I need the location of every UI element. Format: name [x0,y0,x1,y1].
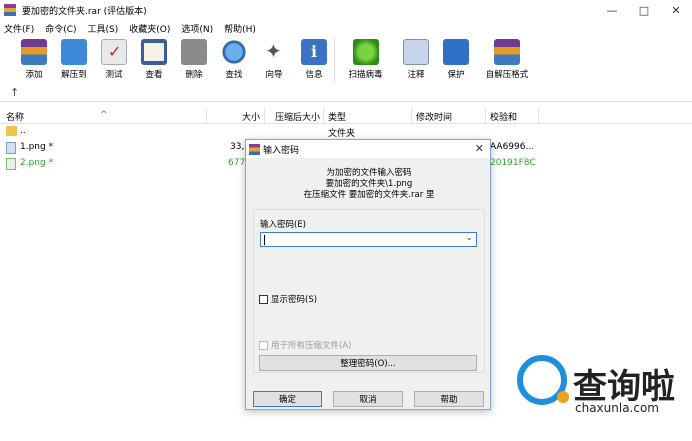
checkbox-box[interactable] [259,294,268,304]
close-icon[interactable]: ✕ [475,142,484,155]
dialog-message: 为加密的文件输入密码 要加密的文件夹\1.png 在压缩文件 要加密的文件夹.r… [246,168,492,201]
view-button[interactable]: 查看 [134,36,174,82]
test-button[interactable]: 测试 [94,36,134,82]
column-size[interactable]: 大小 [242,110,260,123]
column-checksum[interactable]: 校验和 [490,110,517,123]
use-for-all-checkbox[interactable]: 用于所有压缩文件(A) [259,339,351,351]
checkbox-box[interactable] [259,340,268,350]
delete-button[interactable]: 删除 [174,36,214,82]
watermark-logo-icon [517,355,569,405]
dialog-message-line: 在压缩文件 要加密的文件夹.rar 里 [303,190,435,200]
maximize-icon[interactable]: □ [628,0,660,20]
view-icon [141,39,167,65]
image-file-icon [6,142,16,154]
chevron-down-icon[interactable]: ⌄ [465,233,473,243]
menu-file[interactable]: 文件(F) [4,22,34,35]
protect-button[interactable]: 保护 [436,36,476,82]
toolbar: 添加 解压到 测试 查看 删除 查找 向导 信息 扫描病毒 注释 保护 自解压格… [0,36,692,82]
show-password-label: 显示密码(S) [271,295,318,305]
dialog-message-line: 为加密的文件输入密码 [326,168,412,178]
virus-scan-icon [352,39,379,65]
wizard-icon [261,39,287,65]
up-arrow-icon[interactable]: ↑ [10,86,19,99]
menu-tools[interactable]: 工具(S) [88,22,119,35]
close-icon[interactable]: ✕ [660,0,692,20]
file-list-header: ^ 名称 大小 压缩后大小 类型 修改时间 校验和 [0,108,692,124]
column-divider[interactable] [206,108,207,124]
file-name: 1.png * [20,142,54,152]
sfx-icon [494,39,520,65]
file-name: 2.png * [20,158,54,168]
column-modified[interactable]: 修改时间 [416,110,452,123]
password-group: 输入密码(E) ⌄ 显示密码(S) 用于所有压缩文件(A) 整理密码(O)... [253,209,485,373]
column-divider[interactable] [411,108,412,124]
help-button[interactable]: 帮助 [414,391,484,407]
title-bar: 要加密的文件夹.rar (评估版本) — □ ✕ [0,0,692,20]
file-checksum: AA6996... [490,142,535,152]
protect-icon [443,39,469,65]
menu-options[interactable]: 选项(N) [181,22,213,35]
password-label: 输入密码(E) [260,220,307,230]
find-button[interactable]: 查找 [214,36,254,82]
image-file-icon [6,158,16,170]
organize-passwords-button[interactable]: 整理密码(O)... [259,355,477,371]
text-caret [264,235,265,245]
minimize-icon[interactable]: — [596,0,628,20]
winrar-app-icon [4,4,16,16]
column-packed-size[interactable]: 压缩后大小 [275,110,320,123]
info-icon [301,39,327,65]
watermark-url: chaxunla.com [575,401,659,415]
virus-scan-button[interactable]: 扫描病毒 [334,36,396,82]
wizard-button[interactable]: 向导 [254,36,294,82]
dialog-title: 输入密码 [263,145,300,156]
menu-favorites[interactable]: 收藏夹(O) [129,22,170,35]
file-size: 33, [230,142,245,152]
dialog-title-bar: 输入密码 ✕ [246,140,490,158]
sfx-button[interactable]: 自解压格式 [476,36,538,82]
file-checksum: 20191F8C [490,158,536,168]
extract-button[interactable]: 解压到 [54,36,94,82]
extract-icon [61,39,87,65]
password-dialog: 输入密码 ✕ 为加密的文件输入密码 要加密的文件夹\1.png 在压缩文件 要加… [245,139,491,410]
column-type[interactable]: 类型 [328,110,346,123]
comment-button[interactable]: 注释 [396,36,436,82]
password-input[interactable]: ⌄ [260,232,477,247]
add-icon [21,39,47,65]
table-row[interactable]: .. 文件夹 [0,124,692,140]
path-bar: ↑ [0,84,692,102]
find-icon [221,39,247,65]
column-divider[interactable] [323,108,324,124]
delete-icon [181,39,207,65]
show-password-checkbox[interactable]: 显示密码(S) [259,293,317,305]
file-type: 文件夹 [328,129,356,139]
menu-help[interactable]: 帮助(H) [224,22,256,35]
add-button[interactable]: 添加 [14,36,54,82]
cancel-button[interactable]: 取消 [333,391,403,407]
comment-icon [403,39,429,65]
dialog-message-line: 要加密的文件夹\1.png [325,179,413,189]
window-title: 要加密的文件夹.rar (评估版本) [22,6,147,17]
column-divider[interactable] [264,108,265,124]
menu-bar: 文件(F) 命令(C) 工具(S) 收藏夹(O) 选项(N) 帮助(H) [0,20,692,36]
watermark: 查询啦 chaxunla.com [517,355,687,425]
folder-icon [6,126,17,136]
column-name[interactable]: 名称 [6,110,24,123]
column-divider[interactable] [485,108,486,124]
column-divider[interactable] [538,108,539,124]
sort-ascending-icon: ^ [100,110,108,120]
use-for-all-label: 用于所有压缩文件(A) [271,341,352,351]
ok-button[interactable]: 确定 [253,391,322,407]
menu-commands[interactable]: 命令(C) [45,22,76,35]
winrar-app-icon [249,143,260,155]
file-name: .. [20,126,26,136]
test-icon [101,39,127,65]
window-controls: — □ ✕ [596,0,692,20]
info-button[interactable]: 信息 [294,36,334,82]
